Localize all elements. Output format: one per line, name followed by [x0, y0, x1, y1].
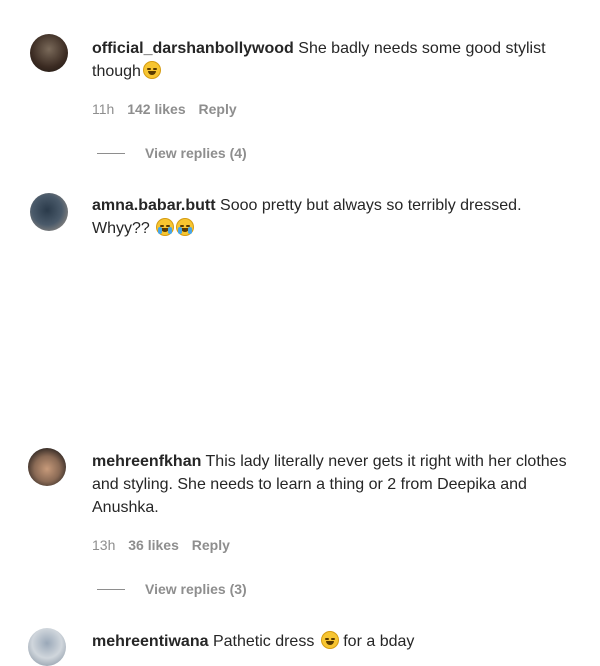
comment-text: for a bday — [343, 633, 415, 650]
crying-emoji-icon — [176, 218, 195, 236]
comment-meta: 11h 142 likes Reply — [92, 101, 246, 117]
view-replies-button[interactable]: View replies (3) — [97, 581, 247, 597]
comment-text-block: amna.babar.butt Sooo pretty but always s… — [92, 194, 572, 240]
comment-likes[interactable]: 36 likes — [128, 537, 179, 553]
avatar[interactable] — [28, 448, 66, 486]
comment-username[interactable]: official_darshanbollywood — [92, 40, 294, 57]
comment-meta: 13h 36 likes Reply — [92, 537, 239, 553]
comment-username[interactable]: amna.babar.butt — [92, 197, 216, 214]
comment-text-block: mehreenfkhan This lady literally never g… — [92, 450, 572, 519]
comment-username[interactable]: mehreenfkhan — [92, 453, 201, 470]
comment-text-block: mehreentiwana Pathetic dress for a bday — [92, 630, 572, 653]
avatar[interactable] — [30, 34, 68, 72]
comment-likes[interactable]: 142 likes — [127, 101, 185, 117]
reply-button[interactable]: Reply — [199, 101, 237, 117]
laughing-emoji-icon — [142, 61, 161, 79]
divider-line — [97, 152, 125, 154]
reply-button[interactable]: Reply — [192, 537, 230, 553]
comment-username[interactable]: mehreentiwana — [92, 633, 208, 650]
avatar[interactable] — [28, 628, 66, 666]
comment-text: Pathetic dress — [212, 633, 315, 650]
laughing-emoji-icon — [320, 631, 339, 649]
avatar[interactable] — [30, 193, 68, 231]
view-replies-label: View replies (3) — [145, 581, 247, 597]
comment-timestamp[interactable]: 11h — [92, 101, 114, 117]
crying-emoji-icon — [156, 218, 175, 236]
divider-line — [97, 588, 125, 590]
comment-timestamp[interactable]: 13h — [92, 537, 115, 553]
view-replies-button[interactable]: View replies (4) — [97, 145, 247, 161]
comment-text-block: official_darshanbollywood She badly need… — [92, 37, 572, 83]
view-replies-label: View replies (4) — [145, 145, 247, 161]
